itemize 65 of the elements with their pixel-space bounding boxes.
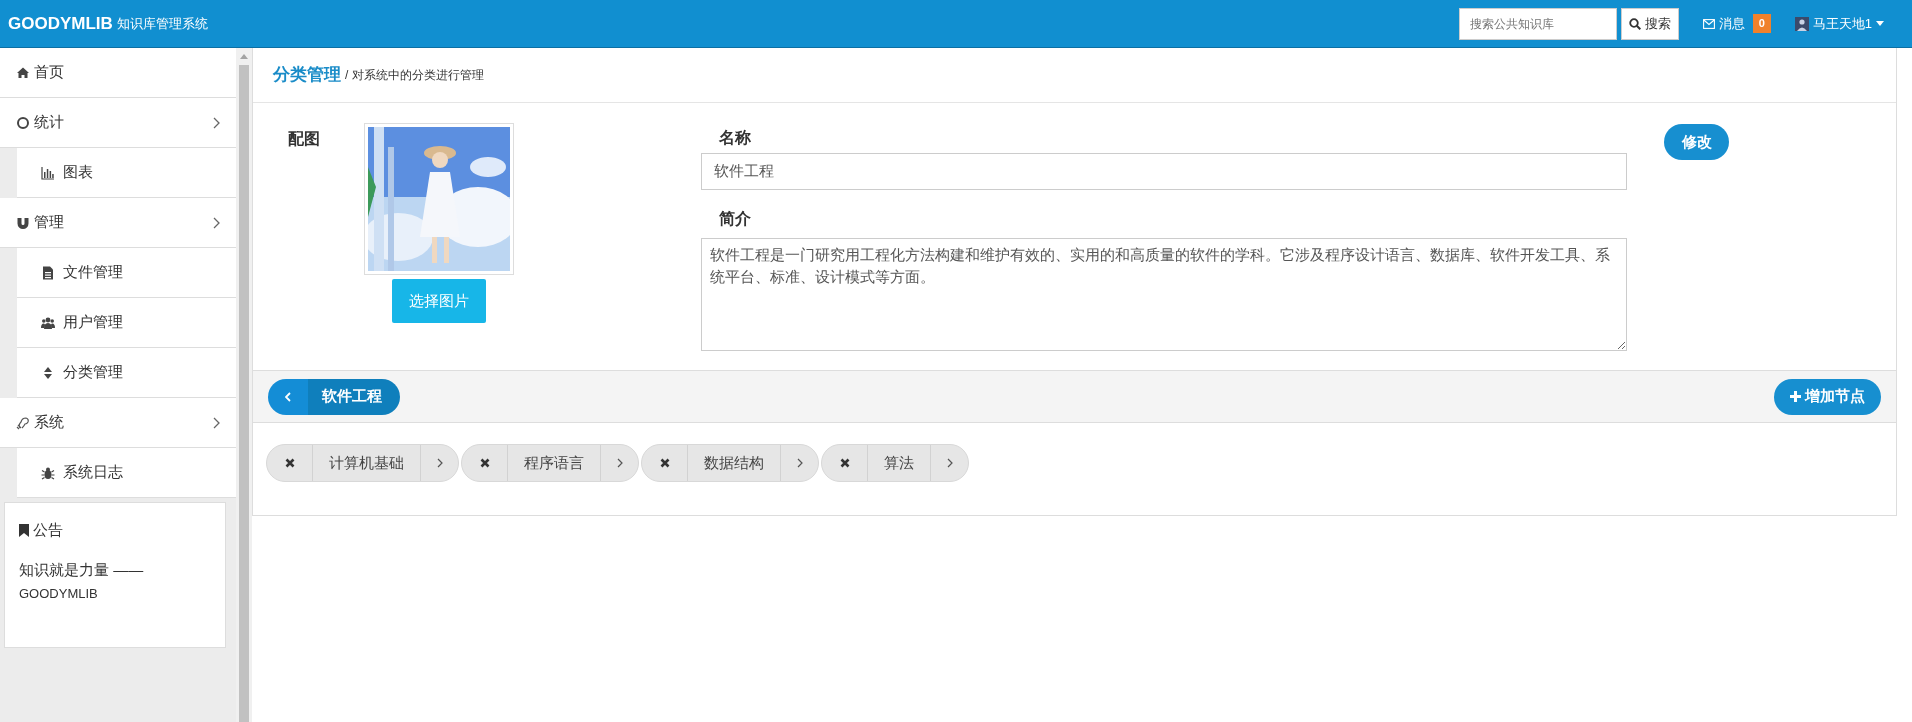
close-icon — [479, 458, 490, 468]
sidebar-subitem[interactable]: 用户管理 — [17, 298, 236, 348]
brand-subtitle: 知识库管理系统 — [116, 14, 208, 33]
sidebar-item[interactable]: 首页 — [0, 48, 236, 98]
node-label-button[interactable]: 算法 — [868, 445, 930, 481]
name-field[interactable]: 软件工程 — [701, 153, 1627, 190]
sidebar-subitem[interactable]: 分类管理 — [17, 348, 236, 398]
close-icon — [284, 458, 295, 468]
node-label-button[interactable]: 程序语言 — [508, 445, 600, 481]
chevron-right-icon — [946, 458, 953, 468]
plus-icon — [1790, 391, 1801, 402]
node-label-button[interactable]: 计算机基础 — [313, 445, 420, 481]
notice-text: GOODYMLIB — [19, 584, 99, 603]
home-icon — [16, 65, 30, 80]
notice-title: 公告 — [33, 520, 63, 540]
intro-field[interactable]: 软件工程是一门研究用工程化方法构建和维护有效的、实用的和高质量的软件的学科。它涉及程序设计语言、数据库、软件开发工具、系统平台、标准、设计模式等方面。 — [701, 238, 1627, 351]
document-icon — [41, 265, 55, 280]
scrollbar-thumb[interactable] — [239, 65, 249, 722]
close-icon — [659, 458, 670, 468]
user-menu[interactable]: 马王天地1 — [1794, 13, 1884, 34]
bug-icon — [41, 465, 55, 480]
edit-button[interactable]: 修改 — [1664, 124, 1729, 160]
chevron-right-icon — [436, 458, 443, 468]
sidebar-item[interactable]: 统计 — [0, 98, 236, 148]
back-button[interactable] — [268, 378, 308, 415]
node-label-button[interactable]: 数据结构 — [688, 445, 780, 481]
brand-name[interactable]: GOODYMLIB — [8, 10, 113, 37]
search-icon — [1628, 17, 1641, 30]
page-title: 分类管理 — [273, 64, 341, 87]
add-node-button[interactable]: 增加节点 — [1774, 378, 1881, 415]
search-field[interactable]: 搜索公共知识库 — [1458, 7, 1617, 40]
chevron-right-icon — [213, 416, 220, 429]
chevron-right-icon — [213, 116, 220, 129]
avatar-icon — [1794, 16, 1809, 31]
sidebar-item[interactable]: 管理 — [0, 198, 236, 248]
user-name: 马王天地1 — [1812, 14, 1872, 33]
message-count-badge: 0 — [1752, 14, 1771, 33]
chevron-right-icon — [616, 458, 623, 468]
messages-label: 消息 — [1718, 14, 1745, 33]
page-subtitle: / 对系统中的分类进行管理 — [345, 67, 484, 84]
messages-link[interactable]: 消息 0 — [1702, 13, 1771, 34]
scrollbar[interactable] — [236, 48, 252, 722]
scroll-up-icon — [240, 54, 248, 59]
chevron-left-icon — [285, 391, 291, 402]
chevron-right-icon — [796, 458, 803, 468]
magnet-icon — [16, 215, 30, 230]
current-node-button[interactable]: 软件工程 — [308, 378, 400, 415]
sidebar-subitem[interactable]: 文件管理 — [17, 248, 236, 298]
close-icon — [839, 458, 850, 468]
users-icon — [41, 315, 55, 330]
name-label: 名称 — [718, 128, 752, 148]
sidebar-subitem[interactable]: 系统日志 — [17, 448, 236, 498]
circle-icon — [16, 115, 30, 130]
caret-icon — [1876, 21, 1884, 26]
sort-icon — [41, 365, 55, 380]
image-label: 配图 — [288, 130, 320, 147]
bookmark-icon — [19, 523, 29, 537]
notice-text: 知识就是力量 —— — [19, 559, 145, 580]
bar-chart-icon — [41, 165, 55, 180]
sidebar-subitem[interactable]: 图表 — [17, 148, 236, 198]
intro-label: 简介 — [718, 209, 752, 229]
search-button[interactable]: 搜索 — [1620, 7, 1679, 40]
sidebar-item[interactable]: 系统 — [0, 398, 236, 448]
mail-icon — [1702, 18, 1715, 29]
chevron-right-icon — [213, 216, 220, 229]
